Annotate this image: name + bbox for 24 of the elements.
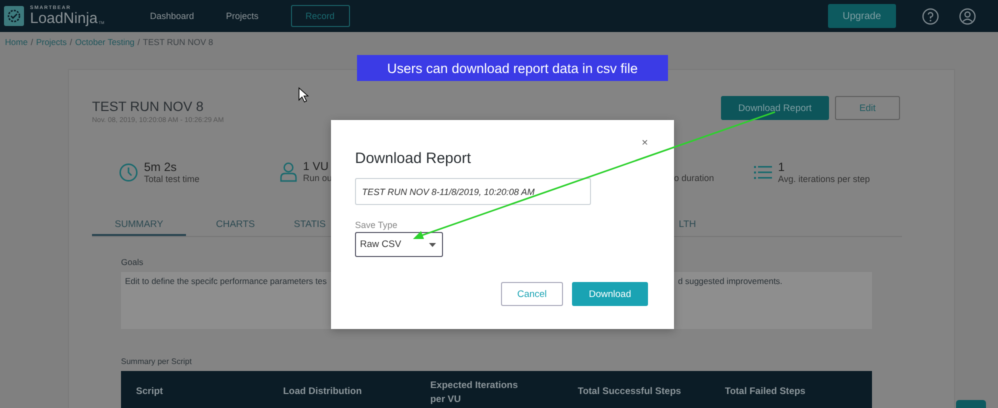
- stat-value: 1: [778, 160, 786, 174]
- stat-value: 5m 2s: [144, 160, 178, 174]
- run-title: TEST RUN NOV 8: [92, 99, 205, 114]
- stat-value: 1 VU: [303, 161, 330, 173]
- column-header: Total Failed Steps: [724, 385, 806, 399]
- goals-text: d suggested improvements.: [678, 276, 784, 287]
- section-title: Summary per Script: [121, 357, 193, 366]
- column-header: Load Distribution: [283, 385, 363, 399]
- stat-label: Avg. iterations per step: [778, 174, 870, 184]
- page-name: TEST RUN NOV 8: [142, 37, 214, 47]
- column-header: Script: [136, 385, 164, 399]
- stat-label: o duration: [674, 173, 714, 183]
- stat-label: Total test time: [144, 174, 200, 184]
- breadcrumb-separator: /: [70, 37, 72, 47]
- breadcrumb-separator: /: [30, 37, 34, 47]
- goals-label: Goals: [121, 257, 144, 267]
- breadcrumb-separator: /: [138, 37, 140, 47]
- goals-text: Edit to define the specifc performance parameters tes: [125, 276, 327, 287]
- column-header: Total Successful Steps: [578, 385, 682, 399]
- column-header: Expected Iterations per VU: [430, 379, 519, 407]
- save-type-label: Save Type: [355, 220, 398, 230]
- dialog-title: Download Report: [355, 150, 471, 167]
- annotation-callout: Users can download report data in csv file: [357, 55, 668, 81]
- brand-name: LoadNinja: [30, 11, 98, 26]
